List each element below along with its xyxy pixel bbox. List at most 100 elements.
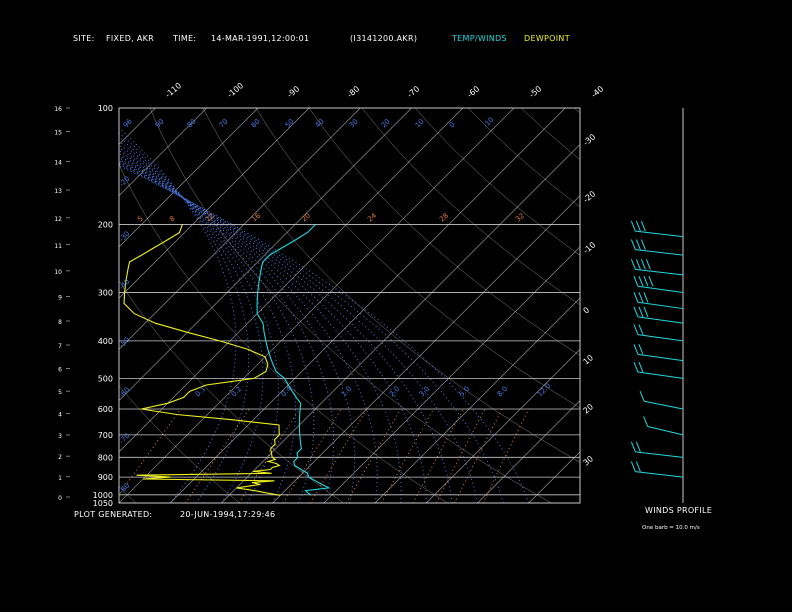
moist-label-left: -50 (118, 336, 132, 350)
mixing-label-top: 28 (438, 212, 450, 224)
right-isotherm-label: 30 (582, 454, 596, 467)
top-isotherm-label: -50 (528, 84, 544, 99)
top-isotherm-label: -90 (286, 84, 302, 99)
moist-adiabat (119, 158, 427, 503)
wind-barb-shaft (637, 285, 684, 294)
wind-barb-flag (640, 239, 646, 250)
mixing-label-top: 32 (514, 212, 526, 224)
mixing-label-mid: 1.0 (340, 385, 354, 399)
moist-adiabat (119, 127, 237, 503)
wind-barb-flag (630, 259, 636, 270)
right-isotherm-label: -10 (582, 240, 598, 255)
wind-barb-flag (640, 220, 646, 232)
isotherm-line (119, 108, 259, 248)
isotherm-line (0, 108, 2, 503)
winds-title: WINDS PROFILE (645, 506, 712, 515)
dry-adiabat (119, 280, 344, 503)
generated-value: 20-JUN-1994,17:29:46 (180, 510, 275, 519)
right-isotherm-label: 10 (582, 353, 596, 366)
wind-barb-shaft (637, 353, 684, 362)
moist-label-left: -70 (118, 432, 132, 446)
pressure-label: 300 (98, 289, 113, 298)
height-label: 0 (58, 495, 62, 502)
skewt-chart: SITE: FIXED, AKR TIME: 14-MAR-1991,12:00… (0, 34, 712, 531)
top-isotherm-label: -100 (226, 81, 246, 100)
moist-label-top: 60 (250, 117, 262, 129)
height-label: 3 (58, 433, 62, 440)
height-label: 8 (58, 319, 62, 326)
wind-barb-flag (633, 344, 639, 355)
height-label: 11 (54, 243, 62, 250)
mixing-label-mid: 3.0 (418, 385, 432, 399)
moist-label-top: -10 (482, 116, 496, 130)
dry-adiabat (468, 108, 580, 208)
moist-adiabat (119, 140, 279, 503)
mixing-label-mid: 0.4 (280, 384, 294, 398)
moist-adiabat (119, 132, 250, 503)
wind-barb-flag (640, 259, 646, 270)
legend-dew: DEWPOINT (524, 34, 570, 43)
moist-label-top: 40 (314, 117, 326, 129)
moist-label-left: -80 (118, 482, 132, 496)
wind-barb-flag (638, 306, 644, 318)
wind-barb-shaft (635, 230, 684, 238)
moist-label-top: 20 (380, 117, 392, 129)
wind-barb-flag (638, 361, 644, 373)
wind-barb-flag (638, 324, 644, 335)
isotherm-line (119, 108, 412, 401)
time-label: TIME: (172, 34, 196, 43)
wind-barb-flag (633, 361, 639, 373)
time-value: 14-MAR-1991,12:00:01 (211, 34, 309, 43)
wind-barb-flag (638, 276, 644, 287)
pressure-label: 900 (98, 473, 113, 482)
wind-barb-flag (643, 306, 649, 318)
wind-barb-flag (635, 441, 641, 453)
right-isotherm-label: -30 (582, 132, 598, 147)
wind-barb-flag (630, 239, 636, 250)
mixing-ratio-line (412, 408, 464, 503)
isotherm-line (119, 108, 361, 350)
wind-barb-shaft (637, 316, 684, 324)
moist-label-top: 30 (348, 117, 360, 129)
wind-barb-flag (630, 441, 636, 453)
site-value: FIXED, AKR (106, 34, 154, 43)
moist-label-top: 70 (218, 117, 230, 129)
wind-barb-shaft (637, 371, 684, 379)
moist-adiabat (119, 152, 356, 503)
height-label: 10 (54, 269, 62, 276)
labels-layer: 1002003004005006007008009001000105001234… (54, 81, 605, 508)
moist-adiabat (119, 165, 530, 503)
moist-adiabat (119, 136, 264, 503)
height-label: 13 (54, 188, 62, 195)
wind-barb-flag (630, 461, 636, 472)
wind-barb-flag (638, 344, 644, 355)
mixing-label-mid: 8.0 (496, 385, 510, 399)
dry-adiabat (361, 108, 580, 305)
pressure-label: 400 (98, 337, 113, 346)
mixing-label-mid: 12.0 (536, 382, 553, 399)
dry-adiabat (414, 108, 580, 256)
mixing-label-mid: 0.2 (230, 385, 244, 399)
wind-barb-shaft (635, 451, 684, 458)
moist-adiabat (119, 162, 479, 503)
wind-barb-shaft (647, 425, 684, 436)
wind-barb-flag (633, 276, 639, 287)
mixing-ratio-line (238, 408, 301, 503)
wind-barb-shaft (637, 334, 684, 342)
wind-barb-shaft (635, 471, 684, 478)
site-label: SITE: (73, 34, 95, 43)
mixing-ratio-line (454, 408, 503, 503)
file-value: (I3141200.AKR) (350, 34, 417, 43)
wind-barb-flag (645, 259, 651, 270)
pressure-label: 1050 (93, 499, 113, 508)
moist-adiabat (119, 144, 296, 503)
top-isotherm-label: -60 (466, 84, 482, 99)
moist-label-top: 96 (122, 117, 134, 129)
wind-barb-flag (635, 239, 641, 250)
dry-adiabat (119, 486, 136, 503)
isotherm-line (119, 108, 207, 197)
wind-barb-flag (643, 416, 649, 427)
moist-adiabat (119, 150, 335, 503)
wind-barb-flag (643, 276, 649, 287)
dry-adiabat (119, 385, 240, 503)
